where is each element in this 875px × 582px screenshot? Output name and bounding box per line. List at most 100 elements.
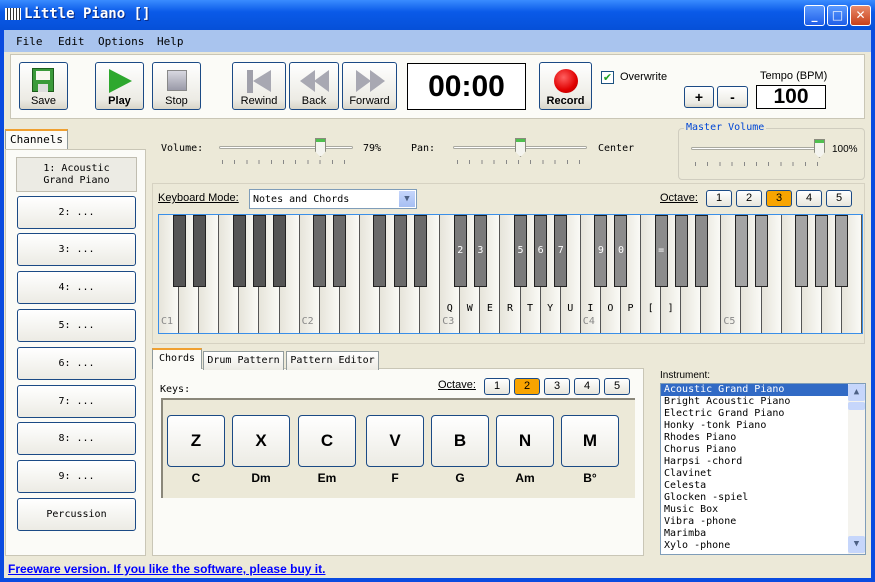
channel-button[interactable]: 5: ...: [17, 309, 136, 342]
back-button[interactable]: Back: [289, 62, 339, 110]
chord-octave-2-button[interactable]: 2: [514, 378, 540, 395]
black-key[interactable]: [172, 215, 186, 287]
black-key[interactable]: 5: [514, 215, 528, 287]
instrument-item[interactable]: Marimba: [661, 528, 865, 540]
tab-chords[interactable]: Chords: [152, 348, 202, 369]
menu-options[interactable]: Options: [98, 35, 144, 48]
keyboard-mode-select[interactable]: Notes and Chords ▼: [249, 189, 417, 209]
keyboard-octave-5-button[interactable]: 5: [826, 190, 852, 207]
chord-key-button[interactable]: N: [496, 415, 554, 467]
black-key[interactable]: [232, 215, 246, 287]
stop-button[interactable]: Stop: [152, 62, 201, 110]
instrument-item[interactable]: Honky -tonk Piano: [661, 420, 865, 432]
instrument-item[interactable]: Glocken -spiel: [661, 492, 865, 504]
tab-drum-pattern[interactable]: Drum Pattern: [203, 351, 284, 370]
black-key[interactable]: [333, 215, 347, 287]
keyboard-octave-2-button[interactable]: 2: [736, 190, 762, 207]
black-key[interactable]: [413, 215, 427, 287]
menu-edit[interactable]: Edit: [58, 35, 85, 48]
black-key[interactable]: [192, 215, 206, 287]
chord-key-button[interactable]: M: [561, 415, 619, 467]
black-key[interactable]: [252, 215, 266, 287]
play-button[interactable]: Play: [95, 62, 144, 110]
instrument-list[interactable]: Acoustic Grand Piano Bright Acoustic Pian…: [660, 383, 866, 555]
channel-button[interactable]: 9: ...: [17, 460, 136, 493]
channel-button[interactable]: 2: ...: [17, 196, 136, 229]
channel-button[interactable]: 8: ...: [17, 422, 136, 455]
channel-button[interactable]: 3: ...: [17, 233, 136, 266]
chord-octave-1-button[interactable]: 1: [484, 378, 510, 395]
chord-octave-4-button[interactable]: 4: [574, 378, 600, 395]
black-key[interactable]: [815, 215, 829, 287]
black-key[interactable]: [734, 215, 748, 287]
black-key[interactable]: [795, 215, 809, 287]
channel-button[interactable]: 1: Acoustic Grand Piano: [16, 157, 137, 192]
black-key[interactable]: 9: [594, 215, 608, 287]
chord-key-button[interactable]: C: [298, 415, 356, 467]
keyboard-octave-1-button[interactable]: 1: [706, 190, 732, 207]
rewind-button[interactable]: Rewind: [232, 62, 286, 110]
channel-button[interactable]: 4: ...: [17, 271, 136, 304]
master-volume-label: Master Volume: [684, 122, 767, 133]
close-button[interactable]: ✕: [850, 5, 871, 26]
scroll-thumb[interactable]: [848, 402, 865, 410]
tempo-decrease-button[interactable]: -: [717, 86, 748, 108]
black-key[interactable]: 0: [614, 215, 628, 287]
freeware-link[interactable]: Freeware version. If you like the softwa…: [8, 562, 325, 576]
instrument-item[interactable]: Celesta: [661, 480, 865, 492]
black-key[interactable]: 7: [554, 215, 568, 287]
black-key[interactable]: [373, 215, 387, 287]
chord-key-button[interactable]: V: [366, 415, 424, 467]
menu-help[interactable]: Help: [157, 35, 184, 48]
black-key[interactable]: [755, 215, 769, 287]
chord-key-button[interactable]: Z: [167, 415, 225, 467]
black-key[interactable]: [694, 215, 708, 287]
menu-file[interactable]: File: [16, 35, 43, 48]
chord-octave-5-button[interactable]: 5: [604, 378, 630, 395]
volume-slider[interactable]: [219, 146, 353, 149]
black-key[interactable]: 3: [473, 215, 487, 287]
black-key[interactable]: [835, 215, 849, 287]
instrument-item[interactable]: Electric Grand Piano: [661, 408, 865, 420]
master-volume-slider[interactable]: [691, 147, 824, 150]
piano-keyboard[interactable]: C1 C2 Q C3 W E R T Y U I C4 O P [] C5 2 3 5 6 7 9 0 =: [158, 214, 863, 334]
tab-pattern-editor[interactable]: Pattern Editor: [286, 351, 379, 370]
record-button[interactable]: Record: [539, 62, 592, 110]
instrument-item[interactable]: Harpsi -chord: [661, 456, 865, 468]
black-key[interactable]: 2: [453, 215, 467, 287]
tempo-increase-button[interactable]: +: [684, 86, 714, 108]
minimize-button[interactable]: _: [804, 5, 825, 26]
instrument-item[interactable]: Xylo -phone: [661, 540, 865, 552]
overwrite-checkbox[interactable]: ✔: [601, 71, 614, 84]
instrument-scrollbar[interactable]: ▲ ▼: [848, 384, 865, 554]
instrument-item[interactable]: Acoustic Grand Piano: [661, 384, 865, 396]
forward-button[interactable]: Forward: [342, 62, 397, 110]
black-key[interactable]: 6: [534, 215, 548, 287]
save-button[interactable]: Save: [19, 62, 68, 110]
instrument-item[interactable]: Chorus Piano: [661, 444, 865, 456]
instrument-item[interactable]: Vibra -phone: [661, 516, 865, 528]
scroll-up-icon[interactable]: ▲: [848, 384, 865, 401]
keyboard-octave-4-button[interactable]: 4: [796, 190, 822, 207]
tab-channels[interactable]: Channels: [5, 129, 68, 150]
black-key[interactable]: [674, 215, 688, 287]
chord-octave-3-button[interactable]: 3: [544, 378, 570, 395]
maximize-button[interactable]: □: [827, 5, 848, 26]
black-key[interactable]: [273, 215, 286, 287]
instrument-item[interactable]: Rhodes Piano: [661, 432, 865, 444]
black-key[interactable]: =: [654, 215, 668, 287]
channel-label: Percussion: [46, 509, 107, 520]
channel-button[interactable]: 6: ...: [17, 347, 136, 380]
chord-key-button[interactable]: B: [431, 415, 489, 467]
chevron-down-icon[interactable]: ▼: [399, 191, 415, 207]
instrument-item[interactable]: Bright Acoustic Piano: [661, 396, 865, 408]
instrument-item[interactable]: Music Box: [661, 504, 865, 516]
black-key[interactable]: [393, 215, 407, 287]
instrument-item[interactable]: Clavinet: [661, 468, 865, 480]
keyboard-octave-3-button[interactable]: 3: [766, 190, 792, 207]
channel-button[interactable]: Percussion: [17, 498, 136, 531]
black-key[interactable]: [313, 215, 327, 287]
channel-button[interactable]: 7: ...: [17, 385, 136, 418]
scroll-down-icon[interactable]: ▼: [848, 536, 865, 553]
chord-key-button[interactable]: X: [232, 415, 290, 467]
